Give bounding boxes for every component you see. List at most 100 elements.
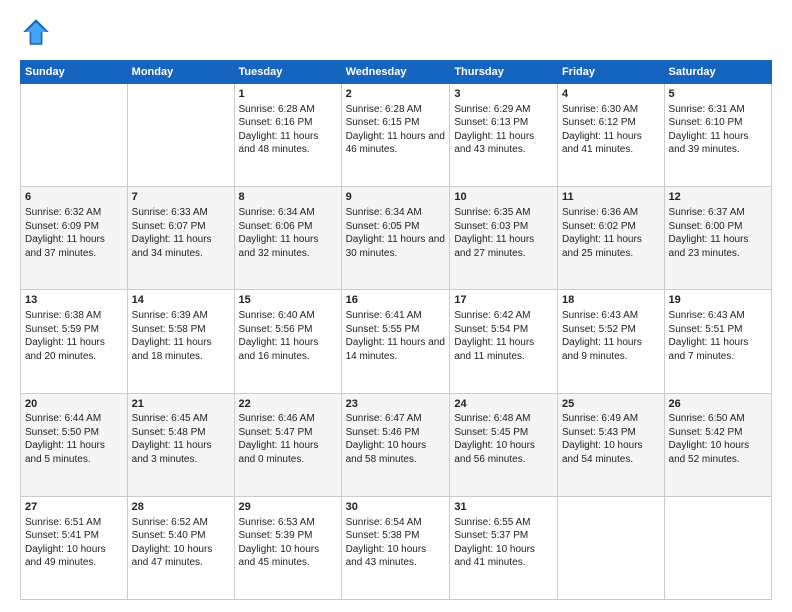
day-number: 24 [454, 397, 553, 412]
calendar-cell: 23Sunrise: 6:47 AMSunset: 5:46 PMDayligh… [341, 393, 450, 496]
calendar-cell: 6Sunrise: 6:32 AMSunset: 6:09 PMDaylight… [21, 187, 128, 290]
sunrise-text: Sunrise: 6:39 AM [132, 310, 208, 321]
calendar-cell: 15Sunrise: 6:40 AMSunset: 5:56 PMDayligh… [234, 290, 341, 393]
sunset-text: Sunset: 5:55 PM [346, 324, 420, 335]
calendar-cell: 26Sunrise: 6:50 AMSunset: 5:42 PMDayligh… [664, 393, 771, 496]
calendar-cell: 4Sunrise: 6:30 AMSunset: 6:12 PMDaylight… [557, 84, 664, 187]
daylight-text: Daylight: 11 hours and 23 minutes. [669, 234, 749, 259]
calendar-cell: 30Sunrise: 6:54 AMSunset: 5:38 PMDayligh… [341, 496, 450, 599]
day-number: 6 [25, 190, 123, 205]
calendar-cell: 9Sunrise: 6:34 AMSunset: 6:05 PMDaylight… [341, 187, 450, 290]
sunset-text: Sunset: 6:02 PM [562, 221, 636, 232]
day-header-monday: Monday [127, 61, 234, 84]
logo [20, 16, 58, 48]
day-number: 13 [25, 293, 123, 308]
calendar-cell: 7Sunrise: 6:33 AMSunset: 6:07 PMDaylight… [127, 187, 234, 290]
sunset-text: Sunset: 6:07 PM [132, 221, 206, 232]
daylight-text: Daylight: 11 hours and 25 minutes. [562, 234, 642, 259]
day-number: 23 [346, 397, 446, 412]
day-number: 28 [132, 500, 230, 515]
calendar-cell: 19Sunrise: 6:43 AMSunset: 5:51 PMDayligh… [664, 290, 771, 393]
calendar-cell [127, 84, 234, 187]
sunrise-text: Sunrise: 6:52 AM [132, 517, 208, 528]
sunset-text: Sunset: 5:43 PM [562, 427, 636, 438]
day-header-sunday: Sunday [21, 61, 128, 84]
calendar-cell [21, 84, 128, 187]
page: SundayMondayTuesdayWednesdayThursdayFrid… [0, 0, 792, 612]
sunrise-text: Sunrise: 6:54 AM [346, 517, 422, 528]
day-number: 11 [562, 190, 660, 205]
day-number: 27 [25, 500, 123, 515]
daylight-text: Daylight: 11 hours and 7 minutes. [669, 337, 749, 362]
sunrise-text: Sunrise: 6:50 AM [669, 413, 745, 424]
sunrise-text: Sunrise: 6:35 AM [454, 207, 530, 218]
calendar-cell: 27Sunrise: 6:51 AMSunset: 5:41 PMDayligh… [21, 496, 128, 599]
daylight-text: Daylight: 10 hours and 54 minutes. [562, 440, 643, 465]
calendar-cell: 10Sunrise: 6:35 AMSunset: 6:03 PMDayligh… [450, 187, 558, 290]
calendar-cell: 8Sunrise: 6:34 AMSunset: 6:06 PMDaylight… [234, 187, 341, 290]
daylight-text: Daylight: 10 hours and 58 minutes. [346, 440, 427, 465]
calendar-cell: 17Sunrise: 6:42 AMSunset: 5:54 PMDayligh… [450, 290, 558, 393]
sunrise-text: Sunrise: 6:51 AM [25, 517, 101, 528]
sunrise-text: Sunrise: 6:32 AM [25, 207, 101, 218]
sunset-text: Sunset: 6:09 PM [25, 221, 99, 232]
sunrise-text: Sunrise: 6:45 AM [132, 413, 208, 424]
sunset-text: Sunset: 6:16 PM [239, 117, 313, 128]
calendar-cell: 21Sunrise: 6:45 AMSunset: 5:48 PMDayligh… [127, 393, 234, 496]
sunrise-text: Sunrise: 6:29 AM [454, 104, 530, 115]
header [20, 16, 772, 48]
logo-icon [20, 16, 52, 48]
day-header-thursday: Thursday [450, 61, 558, 84]
sunrise-text: Sunrise: 6:48 AM [454, 413, 530, 424]
daylight-text: Daylight: 10 hours and 45 minutes. [239, 544, 320, 569]
daylight-text: Daylight: 10 hours and 47 minutes. [132, 544, 213, 569]
sunrise-text: Sunrise: 6:41 AM [346, 310, 422, 321]
day-number: 18 [562, 293, 660, 308]
day-number: 3 [454, 87, 553, 102]
calendar-cell: 22Sunrise: 6:46 AMSunset: 5:47 PMDayligh… [234, 393, 341, 496]
sunrise-text: Sunrise: 6:30 AM [562, 104, 638, 115]
day-number: 1 [239, 87, 337, 102]
calendar-cell: 24Sunrise: 6:48 AM Sunset: 5:45 PM Dayligh… [450, 393, 558, 496]
day-number: 30 [346, 500, 446, 515]
daylight-text: Daylight: 11 hours and 18 minutes. [132, 337, 212, 362]
sunrise-text: Sunrise: 6:46 AM [239, 413, 315, 424]
daylight-text: Daylight: 11 hours and 39 minutes. [669, 131, 749, 156]
sunset-text: Sunset: 5:45 PM [454, 427, 528, 438]
day-number: 16 [346, 293, 446, 308]
day-number: 19 [669, 293, 767, 308]
calendar-week-5: 27Sunrise: 6:51 AMSunset: 5:41 PMDayligh… [21, 496, 772, 599]
calendar-cell: 1Sunrise: 6:28 AMSunset: 6:16 PMDaylight… [234, 84, 341, 187]
sunset-text: Sunset: 6:10 PM [669, 117, 743, 128]
day-number: 10 [454, 190, 553, 205]
calendar-cell: 3Sunrise: 6:29 AMSunset: 6:13 PMDaylight… [450, 84, 558, 187]
day-number: 12 [669, 190, 767, 205]
calendar-cell [664, 496, 771, 599]
daylight-text: Daylight: 11 hours and 3 minutes. [132, 440, 212, 465]
daylight-text: Daylight: 10 hours and 49 minutes. [25, 544, 106, 569]
sunset-text: Sunset: 5:39 PM [239, 530, 313, 541]
day-number: 26 [669, 397, 767, 412]
day-header-saturday: Saturday [664, 61, 771, 84]
sunset-text: Sunset: 6:05 PM [346, 221, 420, 232]
sunset-text: Sunset: 5:42 PM [669, 427, 743, 438]
day-header-wednesday: Wednesday [341, 61, 450, 84]
calendar-week-1: 1 Sunrise: 6:28 AM Sunset: 6:16 PM Daylight… [21, 84, 772, 187]
sunrise-text: Sunrise: 6:49 AM [562, 413, 638, 424]
day-number: 25 [562, 397, 660, 412]
day-header-tuesday: Tuesday [234, 61, 341, 84]
calendar-cell: 12Sunrise: 6:37 AMSunset: 6:00 PMDayligh… [664, 187, 771, 290]
daylight-text: Daylight: 10 hours and 56 minutes. [454, 440, 535, 465]
sunrise-text: Sunrise: 6:28 AM [346, 104, 422, 115]
sunrise-text: Sunrise: 6:44 AM [25, 413, 101, 424]
day-number: 15 [239, 293, 337, 308]
sunset-text: Sunset: 5:50 PM [25, 427, 99, 438]
daylight-text: Daylight: 11 hours and 46 minutes. [346, 131, 445, 156]
sunrise-text: Sunrise: 6:40 AM [239, 310, 315, 321]
calendar-cell: 29Sunrise: 6:53 AMSunset: 5:39 PMDayligh… [234, 496, 341, 599]
day-number: 22 [239, 397, 337, 412]
sunset-text: Sunset: 5:40 PM [132, 530, 206, 541]
calendar-cell: 14Sunrise: 6:39 AMSunset: 5:58 PMDayligh… [127, 290, 234, 393]
sunset-text: Sunset: 6:13 PM [454, 117, 528, 128]
calendar-week-2: 6 Sunrise: 6:32 AM Sunset: 6:09 PM Daylight… [21, 187, 772, 290]
